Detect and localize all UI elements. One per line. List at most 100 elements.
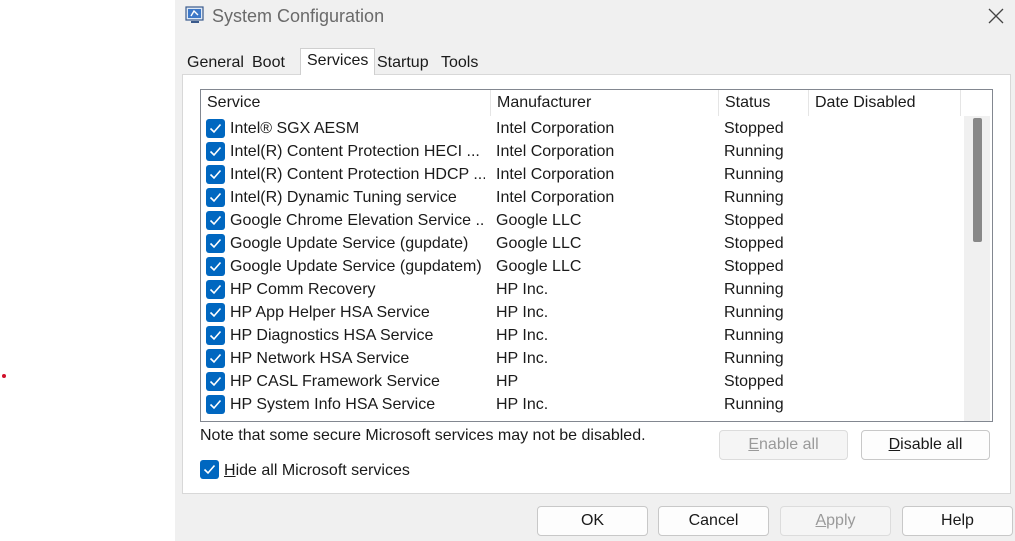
service-status: Stopped	[724, 373, 784, 390]
service-status: Stopped	[724, 212, 784, 229]
services-panel: Service Manufacturer Status Date Disable…	[182, 74, 1011, 494]
service-status: Stopped	[724, 258, 784, 275]
list-header: Service Manufacturer Status Date Disable…	[201, 90, 992, 116]
red-dot	[2, 374, 6, 378]
column-header-status[interactable]: Status	[719, 90, 809, 116]
service-checkbox[interactable]	[206, 234, 225, 253]
service-row[interactable]: Intel(R) Dynamic Tuning service Intel Cor…	[201, 186, 971, 209]
service-checkbox[interactable]	[206, 280, 225, 299]
service-manufacturer: Intel Corporation	[496, 143, 615, 160]
service-manufacturer: Intel Corporation	[496, 189, 615, 206]
service-row[interactable]: HP Diagnostics HSA Service HP Inc. Running	[201, 324, 971, 347]
service-status: Stopped	[724, 235, 784, 252]
service-checkbox[interactable]	[206, 326, 225, 345]
service-row[interactable]: Google Update Service (gupdate) Google LL…	[201, 232, 971, 255]
checkmark-icon	[209, 376, 222, 387]
service-checkbox[interactable]	[206, 303, 225, 322]
service-manufacturer: HP Inc.	[496, 350, 549, 367]
service-row[interactable]: HP Comm Recovery HP Inc. Running	[201, 278, 971, 301]
apply-button[interactable]: Apply	[780, 506, 891, 536]
service-manufacturer: Intel Corporation	[496, 166, 615, 183]
checkmark-icon	[209, 399, 222, 410]
checkmark-icon	[209, 169, 222, 180]
service-manufacturer: HP Inc.	[496, 281, 549, 298]
window-title: System Configuration	[212, 6, 385, 26]
disable-all-mnemonic: D	[888, 436, 901, 453]
service-row[interactable]: Intel(R) Content Protection HDCP ... Inte…	[201, 163, 971, 186]
service-checkbox[interactable]	[206, 395, 225, 414]
hide-microsoft-services-label: Hide all Microsoft services	[224, 460, 410, 482]
service-name: Intel® SGX AESM	[230, 120, 360, 137]
service-name: Intel(R) Dynamic Tuning service	[230, 189, 457, 206]
hide-ms-text: ide all Microsoft services	[235, 462, 410, 479]
service-checkbox[interactable]	[206, 165, 225, 184]
checkmark-icon	[209, 192, 222, 203]
service-row[interactable]: Google Chrome Elevation Service ... Googl…	[201, 209, 971, 232]
service-row[interactable]: HP CASL Framework Service HP Stopped	[201, 370, 971, 393]
tab-tools[interactable]: Tools	[437, 52, 482, 74]
service-manufacturer: HP	[496, 373, 519, 390]
checkmark-icon	[209, 307, 222, 318]
service-name: Intel(R) Content Protection HECI ...	[230, 143, 480, 160]
service-checkbox[interactable]	[206, 119, 225, 138]
service-manufacturer: HP Inc.	[496, 304, 549, 321]
enable-all-button[interactable]: Enable all	[719, 430, 848, 460]
ok-button[interactable]: OK	[537, 506, 648, 536]
service-row[interactable]: Intel® SGX AESM Intel Corporation Stopped	[201, 117, 971, 140]
cancel-button[interactable]: Cancel	[658, 506, 769, 536]
checkmark-icon	[209, 261, 222, 272]
service-manufacturer: Intel Corporation	[496, 120, 615, 137]
checkmark-icon	[209, 238, 222, 249]
service-status: Running	[724, 304, 784, 321]
note-text: Note that some secure Microsoft services…	[200, 427, 646, 444]
service-checkbox[interactable]	[206, 188, 225, 207]
service-checkbox[interactable]	[206, 211, 225, 230]
disable-all-label: isable all	[900, 436, 963, 453]
disable-all-button[interactable]: Disable all	[861, 430, 990, 460]
vertical-scrollbar[interactable]	[964, 116, 990, 421]
column-header-service[interactable]: Service	[201, 90, 491, 116]
service-manufacturer: Google LLC	[496, 212, 582, 229]
service-row[interactable]: HP System Info HSA Service HP Inc. Running	[201, 393, 971, 416]
service-row[interactable]: HP Network HSA Service HP Inc. Running	[201, 347, 971, 370]
checkmark-icon	[209, 330, 222, 341]
service-status: Stopped	[724, 120, 784, 137]
checkbox-checked	[200, 460, 219, 479]
service-row[interactable]: HP App Helper HSA Service HP Inc. Running	[201, 301, 971, 324]
close-icon	[988, 8, 1004, 24]
help-button[interactable]: Help	[902, 506, 1013, 536]
scrollbar-thumb[interactable]	[973, 118, 982, 242]
service-manufacturer: HP Inc.	[496, 396, 549, 413]
tab-services[interactable]: Services	[300, 48, 376, 75]
service-status: Running	[724, 189, 784, 206]
service-status: Running	[724, 281, 784, 298]
column-header-manufacturer[interactable]: Manufacturer	[491, 90, 719, 116]
service-row[interactable]: Intel(R) Content Protection HECI ... Inte…	[201, 140, 971, 163]
service-checkbox[interactable]	[206, 349, 225, 368]
tab-startup[interactable]: Startup	[373, 52, 433, 74]
tab-boot[interactable]: Boot	[248, 52, 289, 74]
checkmark-icon	[209, 353, 222, 364]
column-header-date-disabled[interactable]: Date Disabled	[809, 90, 961, 116]
service-name: HP Diagnostics HSA Service	[230, 327, 434, 344]
enable-all-mnemonic: E	[748, 436, 760, 453]
apply-label: pply	[826, 512, 856, 529]
service-row[interactable]: Google Update Service (gupdatem) Google L…	[201, 255, 971, 278]
service-checkbox[interactable]	[206, 257, 225, 276]
tab-general[interactable]: General	[183, 52, 248, 74]
service-name: HP App Helper HSA Service	[230, 304, 430, 321]
enable-all-label: nable all	[759, 436, 819, 453]
service-status: Running	[724, 396, 784, 413]
title-bar: System Configuration	[175, 0, 1015, 34]
service-name: HP Network HSA Service	[230, 350, 410, 367]
service-checkbox[interactable]	[206, 372, 225, 391]
apply-mnemonic: A	[815, 512, 827, 529]
checkmark-icon	[203, 464, 216, 475]
checkmark-icon	[209, 146, 222, 157]
service-manufacturer: HP Inc.	[496, 327, 549, 344]
services-list[interactable]: Service Manufacturer Status Date Disable…	[200, 89, 993, 422]
checkmark-icon	[209, 123, 222, 134]
close-button[interactable]	[981, 2, 1011, 30]
service-checkbox[interactable]	[206, 142, 225, 161]
service-name: HP CASL Framework Service	[230, 373, 440, 390]
